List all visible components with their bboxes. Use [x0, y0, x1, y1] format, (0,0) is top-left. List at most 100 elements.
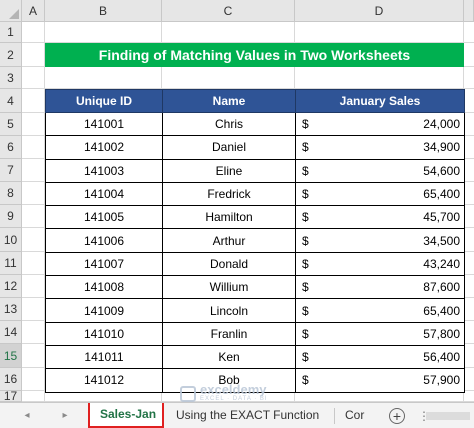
cell-unique-id[interactable]: 141003 — [45, 158, 163, 183]
cell-name[interactable]: Donald — [162, 251, 296, 277]
cell-name[interactable]: Franlin — [162, 321, 296, 346]
tab-using-exact-function[interactable]: Using the EXACT Function — [166, 403, 334, 428]
cell-name[interactable]: Daniel — [162, 135, 296, 160]
cell-unique-id[interactable]: 141006 — [45, 228, 163, 253]
cell-unique-id[interactable]: 141002 — [45, 135, 163, 160]
cell-name[interactable]: Chris — [162, 111, 296, 137]
table-row: 141002 Daniel $34,900 — [45, 135, 465, 160]
row-header-17[interactable]: 17 — [0, 390, 22, 402]
cell-january-sales[interactable]: $65,400 — [295, 298, 465, 323]
cell-january-sales[interactable]: $24,000 — [295, 111, 465, 137]
row-header-10[interactable]: 10 — [0, 228, 22, 252]
currency-symbol: $ — [302, 140, 309, 155]
cell-name[interactable]: Lincoln — [162, 298, 296, 323]
tab-cor[interactable]: Cor — [335, 403, 385, 428]
cell-name[interactable]: Eline — [162, 158, 296, 183]
currency-symbol: $ — [302, 256, 309, 271]
header-name[interactable]: Name — [162, 89, 296, 113]
cell-january-sales[interactable]: $34,500 — [295, 228, 465, 253]
cell-january-sales[interactable]: $45,700 — [295, 205, 465, 230]
cell-name[interactable]: Fredrick — [162, 181, 296, 207]
cell-unique-id[interactable]: 141010 — [45, 321, 163, 346]
cell-unique-id[interactable]: 141012 — [45, 368, 163, 393]
sales-value: 34,900 — [423, 140, 460, 155]
currency-symbol: $ — [302, 303, 309, 318]
cell-unique-id[interactable]: 141007 — [45, 251, 163, 277]
row-header-14[interactable]: 14 — [0, 321, 22, 344]
worksheet-grid[interactable]: A B C D 1 2 3 4 5 6 7 8 9 10 11 12 13 14 15 16 17 Findin… — [0, 0, 474, 402]
row-header-6[interactable]: 6 — [0, 136, 22, 159]
cell-january-sales[interactable]: $87,600 — [295, 275, 465, 300]
cell-january-sales[interactable]: $65,400 — [295, 181, 465, 207]
currency-symbol: $ — [302, 163, 309, 178]
cell-january-sales[interactable]: $54,600 — [295, 158, 465, 183]
row-header-15[interactable]: 15 — [0, 344, 22, 368]
sales-value: 65,400 — [423, 187, 460, 202]
cell-unique-id[interactable]: 141011 — [45, 344, 163, 370]
table-row: 141009 Lincoln $65,400 — [45, 298, 465, 323]
row-header-11[interactable]: 11 — [0, 252, 22, 275]
table-row: 141004 Fredrick $65,400 — [45, 181, 465, 207]
currency-symbol: $ — [302, 373, 309, 388]
row-header-5[interactable]: 5 — [0, 113, 22, 136]
row-header-9[interactable]: 9 — [0, 205, 22, 228]
cell-name[interactable]: Hamilton — [162, 205, 296, 230]
tab-split-handle-icon[interactable]: ⋮ — [418, 408, 430, 424]
sales-value: 34,500 — [423, 233, 460, 248]
cell-january-sales[interactable]: $57,800 — [295, 321, 465, 346]
cell-unique-id[interactable]: 141009 — [45, 298, 163, 323]
table-header-row: Unique ID Name January Sales — [45, 89, 465, 113]
column-header-b[interactable]: B — [45, 0, 162, 22]
table-row: 141010 Franlin $57,800 — [45, 321, 465, 346]
table-row: 141003 Eline $54,600 — [45, 158, 465, 183]
cell-name[interactable]: Willium — [162, 275, 296, 300]
exceldemy-watermark: exceldemy EXCEL · DATA · BI — [180, 383, 268, 403]
table-row: 141001 Chris $24,000 — [45, 111, 465, 137]
currency-symbol: $ — [302, 117, 309, 132]
table-row: 141011 Ken $56,400 — [45, 344, 465, 370]
currency-symbol: $ — [302, 350, 309, 365]
row-header-2[interactable]: 2 — [0, 43, 22, 67]
row-header-7[interactable]: 7 — [0, 159, 22, 182]
header-january-sales[interactable]: January Sales — [295, 89, 465, 113]
cell-unique-id[interactable]: 141005 — [45, 205, 163, 230]
sales-value: 57,800 — [423, 326, 460, 341]
row-header-4[interactable]: 4 — [0, 89, 22, 113]
cell-january-sales[interactable]: $57,900 — [295, 368, 465, 393]
cell-name[interactable]: Ken — [162, 344, 296, 370]
cell-unique-id[interactable]: 141001 — [45, 111, 163, 137]
row-header-16[interactable]: 16 — [0, 368, 22, 391]
horizontal-scrollbar[interactable] — [426, 412, 470, 420]
cell-unique-id[interactable]: 141004 — [45, 181, 163, 207]
cell-name[interactable]: Arthur — [162, 228, 296, 253]
currency-symbol: $ — [302, 233, 309, 248]
cell-unique-id[interactable]: 141008 — [45, 275, 163, 300]
sales-value: 87,600 — [423, 280, 460, 295]
column-header-a[interactable]: A — [22, 0, 45, 22]
cell-january-sales[interactable]: $56,400 — [295, 344, 465, 370]
sheet-tab-bar: ◂ ▸ Sales-Jan Using the EXACT Function C… — [0, 402, 474, 428]
sales-value: 56,400 — [423, 350, 460, 365]
row-header-3[interactable]: 3 — [0, 67, 22, 89]
row-header-12[interactable]: 12 — [0, 275, 22, 298]
currency-symbol: $ — [302, 326, 309, 341]
cell-january-sales[interactable]: $43,240 — [295, 251, 465, 277]
cell-january-sales[interactable]: $34,900 — [295, 135, 465, 160]
header-unique-id[interactable]: Unique ID — [45, 89, 163, 113]
sales-value: 54,600 — [423, 163, 460, 178]
currency-symbol: $ — [302, 280, 309, 295]
select-all-corner[interactable] — [0, 0, 22, 22]
row-header-13[interactable]: 13 — [0, 298, 22, 321]
sales-value: 45,700 — [423, 210, 460, 225]
currency-symbol: $ — [302, 187, 309, 202]
prev-sheet-icon[interactable]: ◂ — [20, 408, 34, 424]
column-header-c[interactable]: C — [162, 0, 295, 22]
table-row: 141005 Hamilton $45,700 — [45, 205, 465, 230]
row-header-1[interactable]: 1 — [0, 22, 22, 43]
column-header-d[interactable]: D — [295, 0, 464, 22]
next-sheet-icon[interactable]: ▸ — [58, 408, 72, 424]
tab-sales-jan[interactable]: Sales-Jan — [88, 403, 164, 428]
column-header-e[interactable] — [464, 0, 474, 22]
add-sheet-icon[interactable]: + — [389, 408, 405, 424]
row-header-8[interactable]: 8 — [0, 182, 22, 205]
